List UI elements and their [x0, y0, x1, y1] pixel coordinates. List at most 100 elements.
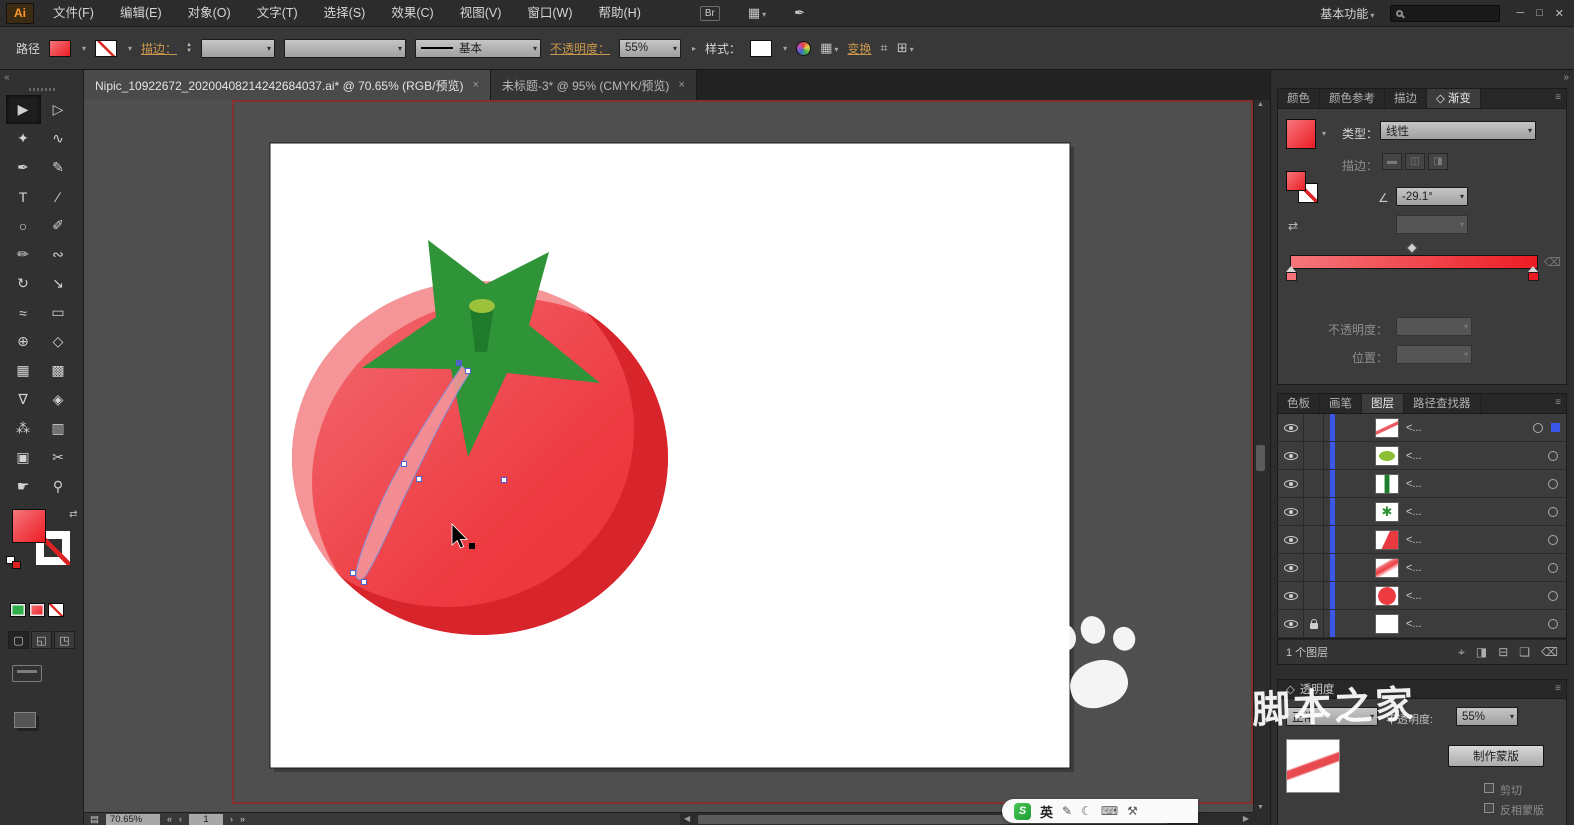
gradient-tool[interactable]: ▩: [41, 356, 76, 385]
reverse-gradient-icon[interactable]: ⇄: [1288, 219, 1298, 233]
tab-stroke[interactable]: 描边: [1385, 89, 1427, 108]
lock-toggle[interactable]: [1304, 610, 1324, 637]
layer-row[interactable]: <...: [1278, 526, 1566, 554]
gradient-stop-right[interactable]: [1528, 266, 1539, 281]
layer-thumbnail[interactable]: [1375, 585, 1399, 606]
layer-row[interactable]: <...: [1278, 470, 1566, 498]
menu-type[interactable]: 文字(T): [244, 0, 311, 26]
locate-object-icon[interactable]: ⌖: [1458, 645, 1465, 660]
target-icon[interactable]: [1548, 562, 1558, 573]
menu-effect[interactable]: 效果(C): [378, 0, 446, 26]
workspace-switcher[interactable]: 基本功能 ▾: [1320, 5, 1374, 22]
swap-fill-stroke-icon[interactable]: ⇄: [69, 509, 77, 520]
tab-pathfinder[interactable]: 路径查找器: [1404, 394, 1481, 413]
stroke-gradient-along-icon[interactable]: ◫: [1405, 153, 1425, 170]
ime-moon-icon[interactable]: ☾: [1081, 804, 1092, 818]
perspective-grid-tool[interactable]: ◇: [41, 327, 76, 356]
target-icon[interactable]: [1548, 450, 1558, 461]
scroll-right-icon[interactable]: ▶: [1243, 814, 1249, 823]
menu-select[interactable]: 选择(S): [311, 0, 379, 26]
stem-top[interactable]: [469, 299, 495, 313]
dock-panel-icon[interactable]: [14, 712, 36, 728]
pencil-tool[interactable]: ✏: [6, 240, 41, 269]
artboard-number-field[interactable]: 1: [189, 813, 223, 825]
paintbrush-tool[interactable]: ✐: [41, 211, 76, 240]
blob-brush-tool[interactable]: ✎: [41, 153, 76, 182]
layer-name[interactable]: <...: [1406, 450, 1422, 462]
layer-thumbnail[interactable]: [1375, 613, 1399, 634]
line-segment-tool[interactable]: ∕: [41, 182, 76, 211]
menu-window[interactable]: 窗口(W): [514, 0, 585, 26]
layer-name[interactable]: <...: [1406, 478, 1422, 490]
layer-name[interactable]: <...: [1406, 618, 1422, 630]
tab-gradient[interactable]: ◇ 渐变: [1427, 89, 1481, 108]
shape-builder-tool[interactable]: ⊕: [6, 327, 41, 356]
symbol-sprayer-tool[interactable]: ⁂: [6, 414, 41, 443]
lock-toggle[interactable]: [1304, 442, 1324, 469]
target-icon[interactable]: [1533, 422, 1543, 433]
layer-name[interactable]: <...: [1406, 506, 1422, 518]
first-artboard-button[interactable]: «: [167, 814, 172, 824]
layer-thumbnail[interactable]: [1375, 501, 1399, 522]
lock-toggle[interactable]: [1304, 470, 1324, 497]
variable-width-combo[interactable]: [284, 38, 407, 58]
layer-row[interactable]: <...: [1278, 554, 1566, 582]
opacity-arrow-icon[interactable]: ▸: [692, 44, 696, 53]
layer-row[interactable]: <...: [1278, 610, 1566, 638]
visibility-toggle[interactable]: [1278, 582, 1304, 609]
document-tab-1-close-icon[interactable]: ×: [472, 79, 478, 91]
column-graph-tool[interactable]: ▥: [41, 414, 76, 443]
stroke-weight-stepper[interactable]: ▲ ▼: [186, 42, 192, 54]
lasso-tool[interactable]: ∿: [41, 124, 76, 153]
scroll-down-icon[interactable]: ▼: [1257, 804, 1264, 811]
rotate-tool[interactable]: ↻: [6, 269, 41, 298]
gradient-midpoint-icon[interactable]: [1406, 242, 1418, 254]
free-transform-tool[interactable]: ▭: [41, 298, 76, 327]
screen-mode-icon[interactable]: [12, 665, 42, 682]
previous-artboard-button[interactable]: ‹: [179, 814, 182, 824]
tab-brushes[interactable]: 画笔: [1320, 394, 1362, 413]
clip-checkbox[interactable]: [1484, 783, 1494, 793]
gradient-angle-combo[interactable]: -29.1°: [1396, 187, 1468, 206]
arrange-documents-icon[interactable]: ▦ ▾: [748, 5, 766, 21]
visibility-toggle[interactable]: [1278, 470, 1304, 497]
ime-toolbar[interactable]: S 英 ✎ ☾ ⌨ ⚒: [1002, 799, 1198, 823]
slice-tool[interactable]: ✂: [41, 443, 76, 472]
opacity-combo[interactable]: 55%: [619, 38, 682, 58]
layer-thumbnail[interactable]: [1375, 417, 1399, 438]
fill-color-swatch[interactable]: [49, 39, 72, 57]
tab-color[interactable]: 颜色: [1278, 89, 1320, 108]
hand-tool[interactable]: ☛: [6, 472, 41, 501]
gradient-stop-left[interactable]: [1286, 266, 1297, 281]
draw-normal-icon[interactable]: ▢: [8, 631, 29, 649]
clip-mask-icon[interactable]: ◨: [1476, 645, 1487, 660]
lock-toggle[interactable]: [1304, 582, 1324, 609]
new-layer-icon[interactable]: ❏: [1519, 645, 1530, 660]
direct-selection-tool[interactable]: ▷: [41, 95, 76, 124]
magic-wand-tool[interactable]: ✦: [6, 124, 41, 153]
lock-toggle[interactable]: [1304, 498, 1324, 525]
gradient-button[interactable]: [29, 603, 45, 617]
zoom-tool[interactable]: ⚲: [41, 472, 76, 501]
visibility-toggle[interactable]: [1278, 414, 1304, 441]
artboard-tool[interactable]: ▣: [6, 443, 41, 472]
ime-keyboard-icon[interactable]: ⌨: [1101, 804, 1118, 818]
scroll-up-icon[interactable]: ▲: [1257, 101, 1264, 108]
visibility-toggle[interactable]: [1278, 526, 1304, 553]
collapse-right-dock-icon[interactable]: »: [1563, 72, 1568, 83]
transform-grid-icon[interactable]: ⌗: [880, 40, 887, 56]
document-tab-2[interactable]: 未标题-3* @ 95% (CMYK/预览) ×: [490, 70, 697, 100]
ime-logo-icon[interactable]: S: [1014, 802, 1031, 820]
draw-behind-icon[interactable]: ◱: [31, 631, 52, 649]
layer-thumbnail[interactable]: [1375, 473, 1399, 494]
new-sublayer-icon[interactable]: ⊟: [1498, 645, 1508, 660]
lock-toggle[interactable]: [1304, 554, 1324, 581]
next-artboard-button[interactable]: ›: [230, 814, 233, 824]
style-dropdown-icon[interactable]: ▾: [783, 44, 787, 53]
gradient-type-combo[interactable]: 线性: [1380, 121, 1536, 140]
type-tool[interactable]: T: [6, 182, 41, 211]
target-icon[interactable]: [1548, 590, 1558, 601]
lock-toggle[interactable]: [1304, 414, 1324, 441]
transform-link[interactable]: 变换: [847, 40, 871, 57]
cs-live-icon[interactable]: ✒: [794, 5, 805, 21]
